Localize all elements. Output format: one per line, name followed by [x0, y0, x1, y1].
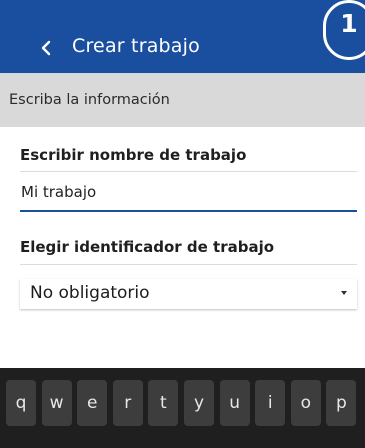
key-p[interactable]: p [326, 380, 357, 426]
key-r[interactable]: r [112, 380, 143, 426]
divider [20, 264, 357, 265]
step-number: 1 [340, 9, 358, 38]
key-y[interactable]: y [184, 380, 214, 426]
key-e[interactable]: e [77, 380, 108, 426]
divider [20, 171, 357, 172]
key-i[interactable]: i [255, 380, 286, 426]
step-badge: 1 [323, 0, 365, 60]
section-header-label: Escriba la información [9, 92, 170, 108]
key-t[interactable]: t [148, 380, 179, 426]
key-q[interactable]: q [6, 380, 36, 426]
job-id-label: Elegir identificador de trabajo [20, 238, 275, 256]
key-o[interactable]: o [290, 380, 321, 426]
keyboard: qwertyuiop [0, 368, 365, 448]
key-u[interactable]: u [219, 380, 250, 426]
key-w[interactable]: w [41, 380, 72, 426]
back-button[interactable] [30, 28, 62, 68]
section-header: Escriba la información [0, 73, 365, 127]
caret-down-icon [341, 291, 347, 295]
chevron-left-icon [41, 40, 51, 56]
job-id-select[interactable]: No obligatorio [20, 279, 357, 309]
job-id-selected-value: No obligatorio [30, 283, 150, 303]
job-name-input[interactable] [20, 180, 357, 212]
app-bar: Crear trabajo [0, 0, 365, 73]
page-title: Crear trabajo [72, 35, 200, 57]
job-name-label: Escribir nombre de trabajo [20, 146, 247, 164]
